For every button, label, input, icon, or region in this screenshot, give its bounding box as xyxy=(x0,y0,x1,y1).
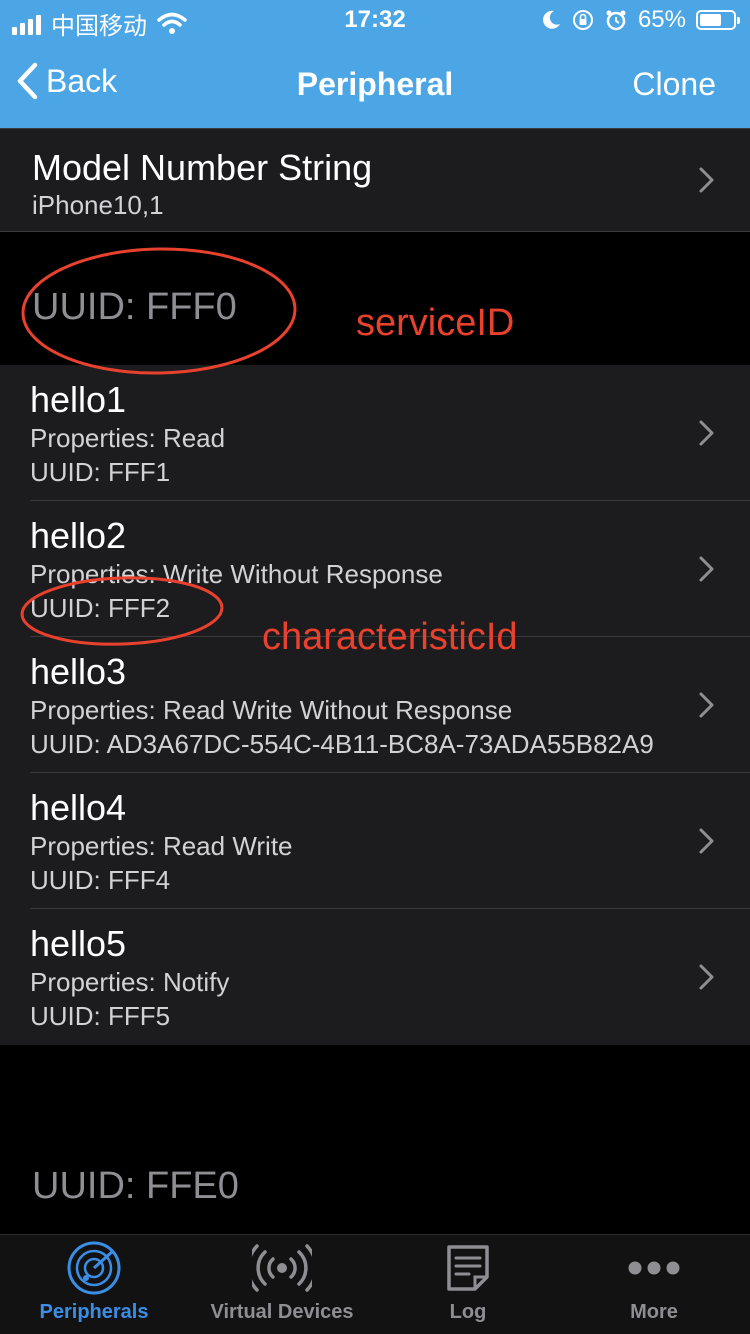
chevron-right-icon xyxy=(699,692,714,718)
orientation-lock-icon xyxy=(572,10,593,30)
tab-label: Virtual Devices xyxy=(210,1301,354,1323)
log-icon xyxy=(447,1245,489,1291)
characteristic-properties: Properties: Write Without Response xyxy=(30,559,443,589)
characteristic-name: hello1 xyxy=(30,379,127,420)
navigation-bar: Back Peripheral Clone xyxy=(0,40,750,128)
tab-label: More xyxy=(630,1301,678,1323)
characteristic-uuid: UUID: FFF1 xyxy=(30,457,171,487)
tab-bar: Peripherals Virtual Devices Log More xyxy=(0,1234,750,1334)
chevron-right-icon xyxy=(699,420,714,446)
tab-log[interactable]: Log xyxy=(382,1235,554,1334)
status-right: 65% xyxy=(540,6,740,34)
service-header: UUID: FFF0 xyxy=(0,232,750,365)
characteristic-row[interactable]: hello4 Properties: Read Write UUID: FFF4 xyxy=(0,773,750,909)
chevron-right-icon xyxy=(699,556,714,582)
characteristic-properties: Properties: Read xyxy=(30,423,226,453)
clone-button[interactable]: Clone xyxy=(632,66,716,103)
moon-icon xyxy=(543,10,560,29)
model-number-value: iPhone10,1 xyxy=(32,190,164,220)
characteristic-uuid: UUID: AD3A67DC-554C-4B11-BC8A-73ADA55B82… xyxy=(30,729,654,759)
characteristic-uuid: UUID: FFF2 xyxy=(30,593,171,623)
radar-icon xyxy=(67,1241,121,1295)
model-number-row[interactable]: Model Number String iPhone10,1 xyxy=(0,128,750,232)
characteristic-properties: Properties: Read Write Without Response xyxy=(30,695,513,725)
header: 中国移动 17:32 65% Back Peripheral Clone xyxy=(0,0,750,128)
tab-virtual-devices[interactable]: Virtual Devices xyxy=(196,1235,368,1334)
characteristic-name: hello3 xyxy=(30,651,127,692)
service-uuid: UUID: FFE0 xyxy=(32,1165,239,1207)
tab-more[interactable]: More xyxy=(568,1235,740,1334)
characteristic-name: hello5 xyxy=(30,923,127,964)
characteristic-row[interactable]: hello2 Properties: Write Without Respons… xyxy=(0,501,750,637)
characteristic-name: hello4 xyxy=(30,787,127,828)
characteristic-uuid: UUID: FFF4 xyxy=(30,865,171,895)
characteristic-row[interactable]: hello3 Properties: Read Write Without Re… xyxy=(0,637,750,773)
characteristic-properties: Properties: Notify xyxy=(30,967,230,997)
battery-percent: 65% xyxy=(637,6,686,33)
back-button[interactable]: Back xyxy=(16,62,117,100)
service-uuid: UUID: FFF0 xyxy=(32,286,237,328)
chevron-right-icon xyxy=(699,964,714,990)
back-label: Back xyxy=(46,62,118,99)
model-number-title: Model Number String xyxy=(32,147,373,188)
chevron-left-icon xyxy=(17,62,38,100)
characteristic-row[interactable]: hello5 Properties: Notify UUID: FFF5 xyxy=(0,909,750,1045)
service-header: UUID: FFE0 xyxy=(0,1111,750,1234)
battery-level xyxy=(700,14,721,26)
characteristic-uuid: UUID: FFF5 xyxy=(30,1001,171,1031)
characteristic-name: hello2 xyxy=(30,515,127,556)
broadcast-icon xyxy=(252,1244,312,1292)
chevron-right-icon xyxy=(699,167,714,193)
chevron-right-icon xyxy=(699,828,714,854)
status-bar: 中国移动 17:32 65% xyxy=(0,0,750,40)
characteristics-list: Model Number String iPhone10,1 UUID: FFF… xyxy=(0,128,750,1234)
characteristic-row[interactable]: hello1 Properties: Read UUID: FFF1 xyxy=(0,365,750,501)
battery-icon xyxy=(696,10,740,30)
tab-peripherals[interactable]: Peripherals xyxy=(8,1235,180,1334)
more-icon xyxy=(628,1261,680,1275)
tab-label: Log xyxy=(449,1301,487,1323)
characteristic-properties: Properties: Read Write xyxy=(30,831,293,861)
alarm-icon xyxy=(606,10,626,31)
tab-label: Peripherals xyxy=(39,1301,149,1323)
